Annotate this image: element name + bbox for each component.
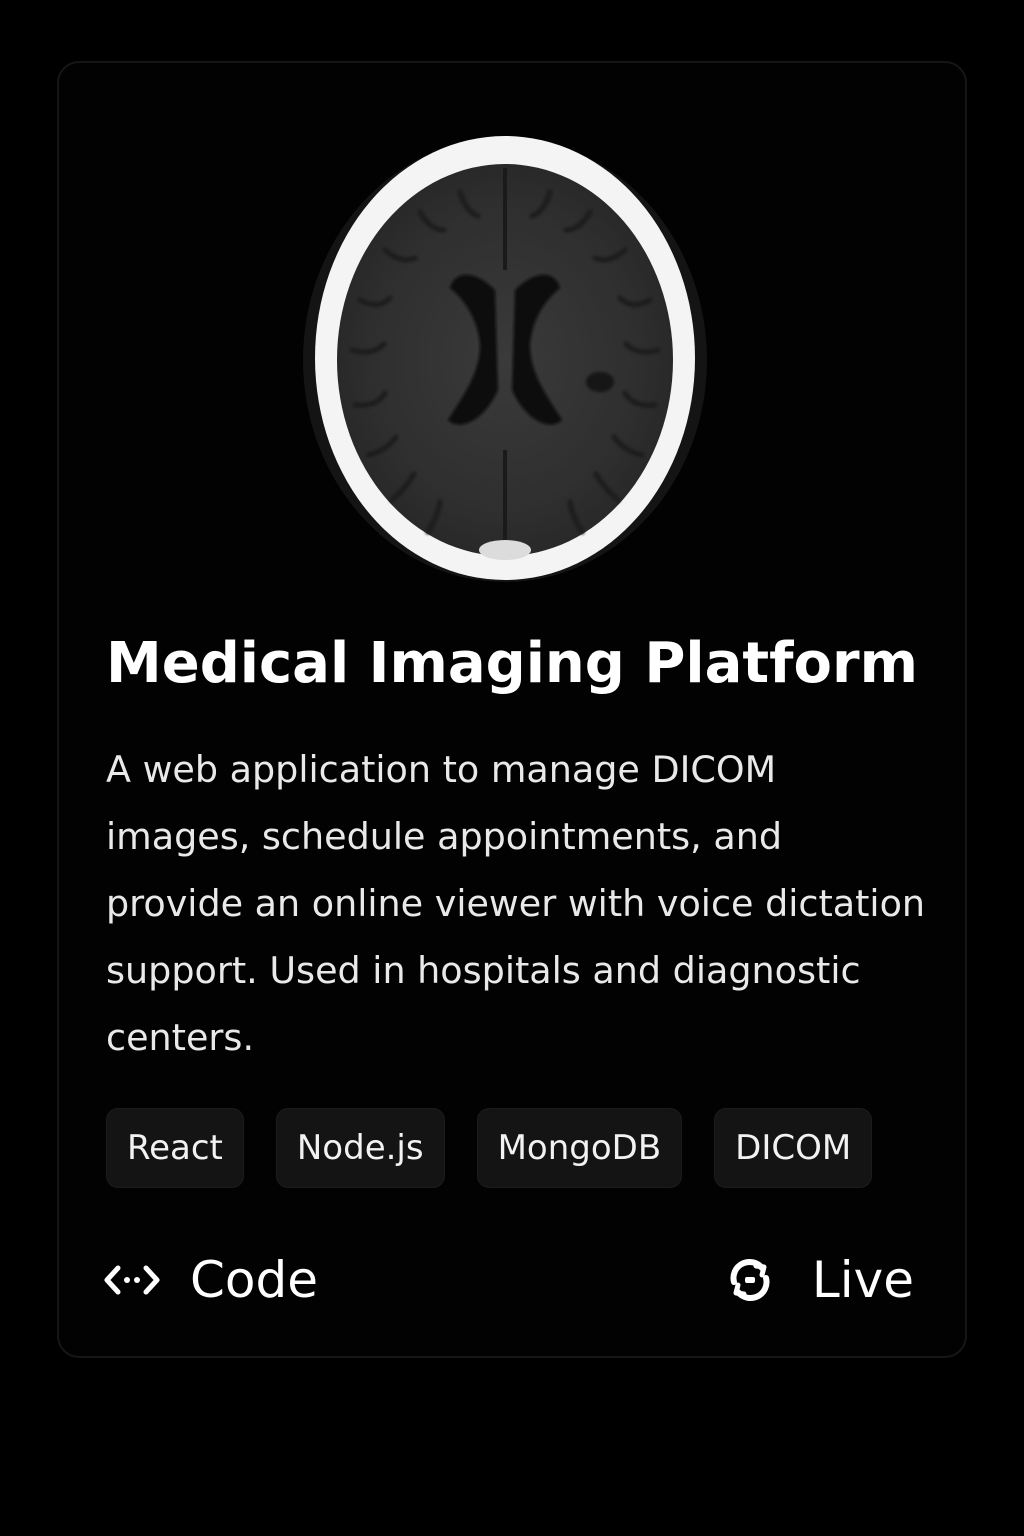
live-link[interactable]: Live — [726, 1240, 914, 1320]
tag-mongodb: MongoDB — [476, 1108, 683, 1188]
brain-ct-image — [303, 136, 707, 582]
project-title: Medical Imaging Platform — [106, 631, 918, 696]
link-icon — [726, 1256, 774, 1304]
tech-tags: React Node.js MongoDB DICOM — [106, 1108, 873, 1188]
code-link-label: Code — [190, 1251, 319, 1309]
code-link[interactable]: Code — [104, 1240, 318, 1320]
tag-nodejs: Node.js — [275, 1108, 445, 1188]
project-description: A web application to manage DICOM images… — [106, 748, 926, 1059]
tag-react: React — [106, 1108, 244, 1188]
tag-dicom: DICOM — [714, 1108, 873, 1188]
page: Medical Imaging Platform A web applicati… — [0, 0, 1024, 1536]
code-icon — [104, 1260, 160, 1300]
project-links: Code Live — [104, 1240, 914, 1320]
live-link-label: Live — [811, 1251, 914, 1309]
